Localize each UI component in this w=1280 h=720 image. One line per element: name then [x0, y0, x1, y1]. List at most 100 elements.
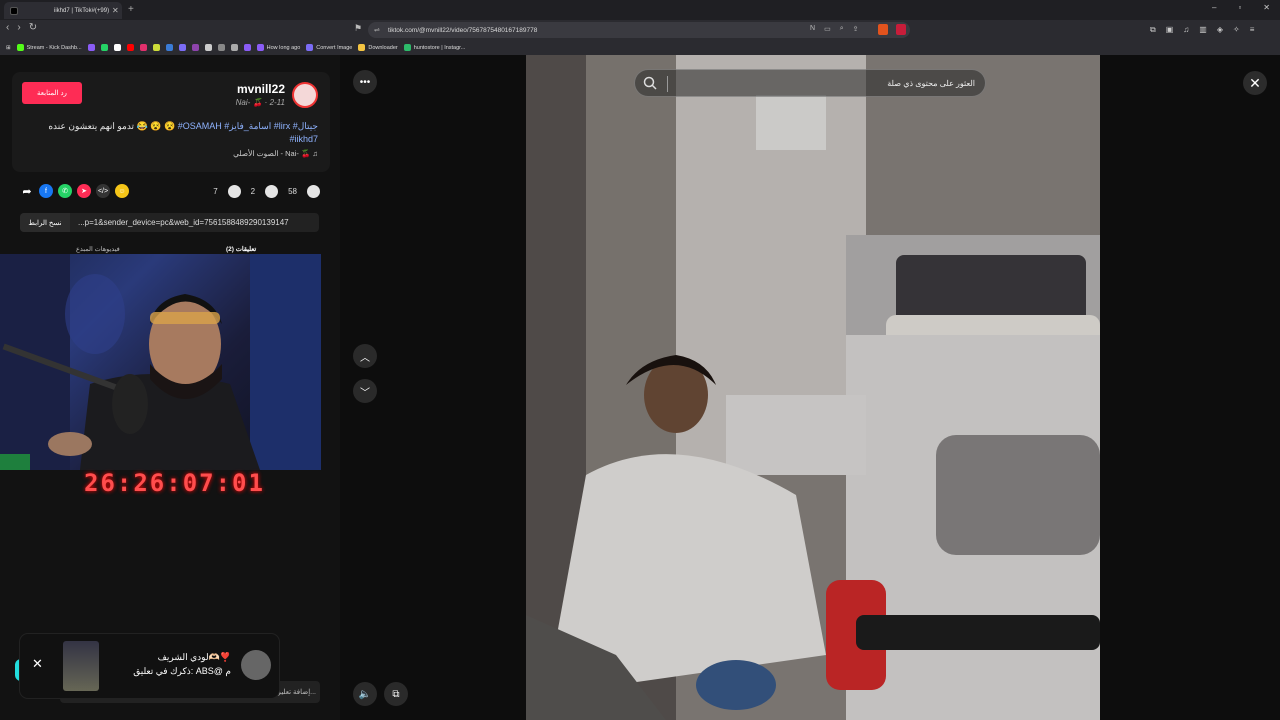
bookmark-item[interactable] [126, 44, 134, 51]
bookmark-label: Convert Image [316, 44, 353, 51]
sound-link[interactable]: الصوت الأصلي - Nai- 🍒 ♫ [233, 149, 318, 158]
cast-icon[interactable]: ▭ [824, 25, 831, 33]
bookmark-icon[interactable] [227, 185, 241, 198]
bookmark-item[interactable]: Convert Image [306, 44, 352, 51]
comment-icon[interactable] [265, 185, 279, 198]
app-icon [178, 44, 186, 51]
extensions-icon[interactable]: ⧉ [1150, 25, 1156, 35]
zoom-icon[interactable]: ⌕ [840, 25, 844, 33]
bookmark-item[interactable] [165, 44, 173, 51]
browser-tab[interactable]: iikhd7 | TikTok#(+99) ✕ [4, 2, 122, 19]
sidebar-icon[interactable]: ▥ [1199, 25, 1207, 35]
bookmark-icon[interactable]: ⚑ [354, 23, 362, 34]
app-icon [165, 44, 173, 51]
tab-creator-videos[interactable]: فيديوهات المبدع [76, 245, 120, 253]
right-margin [1100, 55, 1280, 720]
tiktok-page: رد المتابعة mvnill22 Nai- 🍒 · 2-11 تدمو … [0, 55, 1280, 720]
reader-icon[interactable]: N [810, 25, 815, 33]
link-icon [256, 44, 264, 51]
author-username[interactable]: mvnill22 [237, 82, 285, 96]
bookmark-item[interactable]: huntostore | Instagr... [403, 44, 466, 51]
bookmark-item[interactable] [191, 44, 199, 51]
copy-link-button[interactable]: نسخ الرابط [20, 213, 70, 232]
reload-icon[interactable]: ↻ [29, 22, 37, 33]
bookmark-item[interactable] [100, 44, 108, 51]
close-notification-icon[interactable]: ✕ [32, 656, 43, 672]
kick-icon [16, 44, 24, 51]
brave-shields-icon[interactable] [878, 24, 888, 35]
bookmark-item[interactable] [139, 44, 147, 51]
tab-comments[interactable]: (2) تعليقات [226, 245, 256, 253]
notification-avatar[interactable] [241, 650, 271, 680]
share-link-text[interactable]: ...p=1&sender_device=pc&web_id=756158848… [70, 218, 289, 227]
next-video-icon[interactable]: ﹀ [353, 379, 377, 403]
window-controls: – ▫ ✕ [1212, 3, 1270, 12]
bookmark-item[interactable]: Downloader [358, 44, 398, 51]
send-icon[interactable]: ➤ [77, 184, 91, 198]
app-icon [204, 44, 212, 51]
tab-title: iikhd7 | TikTok#(+99) [54, 7, 110, 14]
previous-video-icon[interactable]: ︿ [353, 344, 377, 368]
close-video-icon[interactable]: ✕ [1243, 71, 1267, 95]
apps-icon[interactable]: ⊞ [6, 45, 11, 51]
video-controls-column: ••• ︿ ﹀ 🔈 ⧉ [340, 55, 526, 720]
share-arrow-icon[interactable]: ➦ [20, 184, 34, 198]
bookmark-item[interactable] [178, 44, 186, 51]
facebook-icon[interactable]: f [39, 184, 53, 198]
restore-button[interactable]: ▫ [1238, 3, 1241, 12]
app-icon [230, 44, 238, 51]
wallet-icon[interactable]: ▣ [1166, 25, 1174, 35]
minimize-button[interactable]: – [1212, 3, 1216, 12]
music-icon[interactable]: ♫ [1183, 25, 1189, 35]
bookmark-item[interactable] [152, 44, 160, 51]
vpn-icon[interactable]: ◈ [1217, 25, 1223, 35]
follow-back-button[interactable]: رد المتابعة [22, 82, 82, 104]
site-info-icon[interactable]: ⇌ [374, 26, 380, 34]
back-icon[interactable]: ‹ [6, 22, 9, 33]
bookmark-item[interactable] [243, 44, 251, 51]
leo-icon[interactable]: ✧ [1233, 25, 1240, 35]
new-tab-button[interactable]: + [128, 4, 134, 15]
whatsapp-icon [100, 44, 108, 51]
bookmark-item[interactable]: How long ago [256, 44, 301, 51]
share-icon[interactable]: ⇪ [853, 25, 859, 33]
instagram-icon [139, 44, 147, 51]
bookmark-item[interactable] [204, 44, 212, 51]
notification-thumbnail[interactable] [63, 641, 99, 691]
bookmark-item[interactable] [87, 44, 95, 51]
author-date: Nai- 🍒 · 2-11 [235, 98, 285, 107]
bookmark-label: Downloader [368, 44, 398, 51]
toolbar-icons: ⧉ ▣ ♫ ▥ ◈ ✧ ≡ [1150, 25, 1254, 35]
volume-icon[interactable]: 🔈 [353, 682, 377, 706]
copy-link-row: نسخ الرابط ...p=1&sender_device=pc&web_i… [20, 213, 319, 232]
brave-rewards-icon[interactable] [896, 24, 906, 35]
search-icon[interactable] [643, 76, 657, 90]
nav-buttons: ‹ › ↻ [6, 22, 37, 33]
app-icon [217, 44, 225, 51]
whatsapp-icon[interactable]: ✆ [58, 184, 72, 198]
bookmark-item[interactable] [230, 44, 238, 51]
related-search-input[interactable]: العثور على محتوى ذي صلة [634, 69, 986, 97]
author-avatar[interactable] [292, 82, 318, 108]
saves-count: 7 [213, 187, 218, 196]
bookmark-item[interactable]: Stream - Kick Dashb... [16, 44, 82, 51]
menu-icon[interactable]: ≡ [1250, 25, 1255, 35]
bookmark-item[interactable] [217, 44, 225, 51]
pip-icon[interactable]: ⧉ [384, 682, 408, 706]
bookmark-item[interactable] [113, 44, 121, 51]
embed-icon[interactable]: </> [96, 184, 110, 198]
close-tab-icon[interactable]: ✕ [112, 6, 122, 15]
app-icon [152, 44, 160, 51]
heart-icon[interactable] [307, 185, 320, 198]
close-window-button[interactable]: ✕ [1263, 3, 1270, 12]
coin-icon[interactable]: ☺ [115, 184, 129, 198]
forward-icon[interactable]: › [17, 22, 20, 33]
likes-count: 58 [288, 187, 297, 196]
action-row: ➦ f ✆ ➤ </> ☺ 7 2 58 [20, 184, 320, 200]
bookmarks-bar: ⊞ Stream - Kick Dashb... How long ago Co… [0, 40, 1280, 55]
bookmark-label: How long ago [266, 44, 301, 51]
video-player[interactable]: mvnill22 [526, 55, 1100, 720]
more-options-icon[interactable]: ••• [353, 70, 377, 94]
bookmark-label: huntostore | Instagr... [413, 44, 466, 51]
caption-hashtags[interactable]: #OSAMAH #اسامة_فايز #lirx #جيتال #iikhd7 [178, 121, 318, 144]
